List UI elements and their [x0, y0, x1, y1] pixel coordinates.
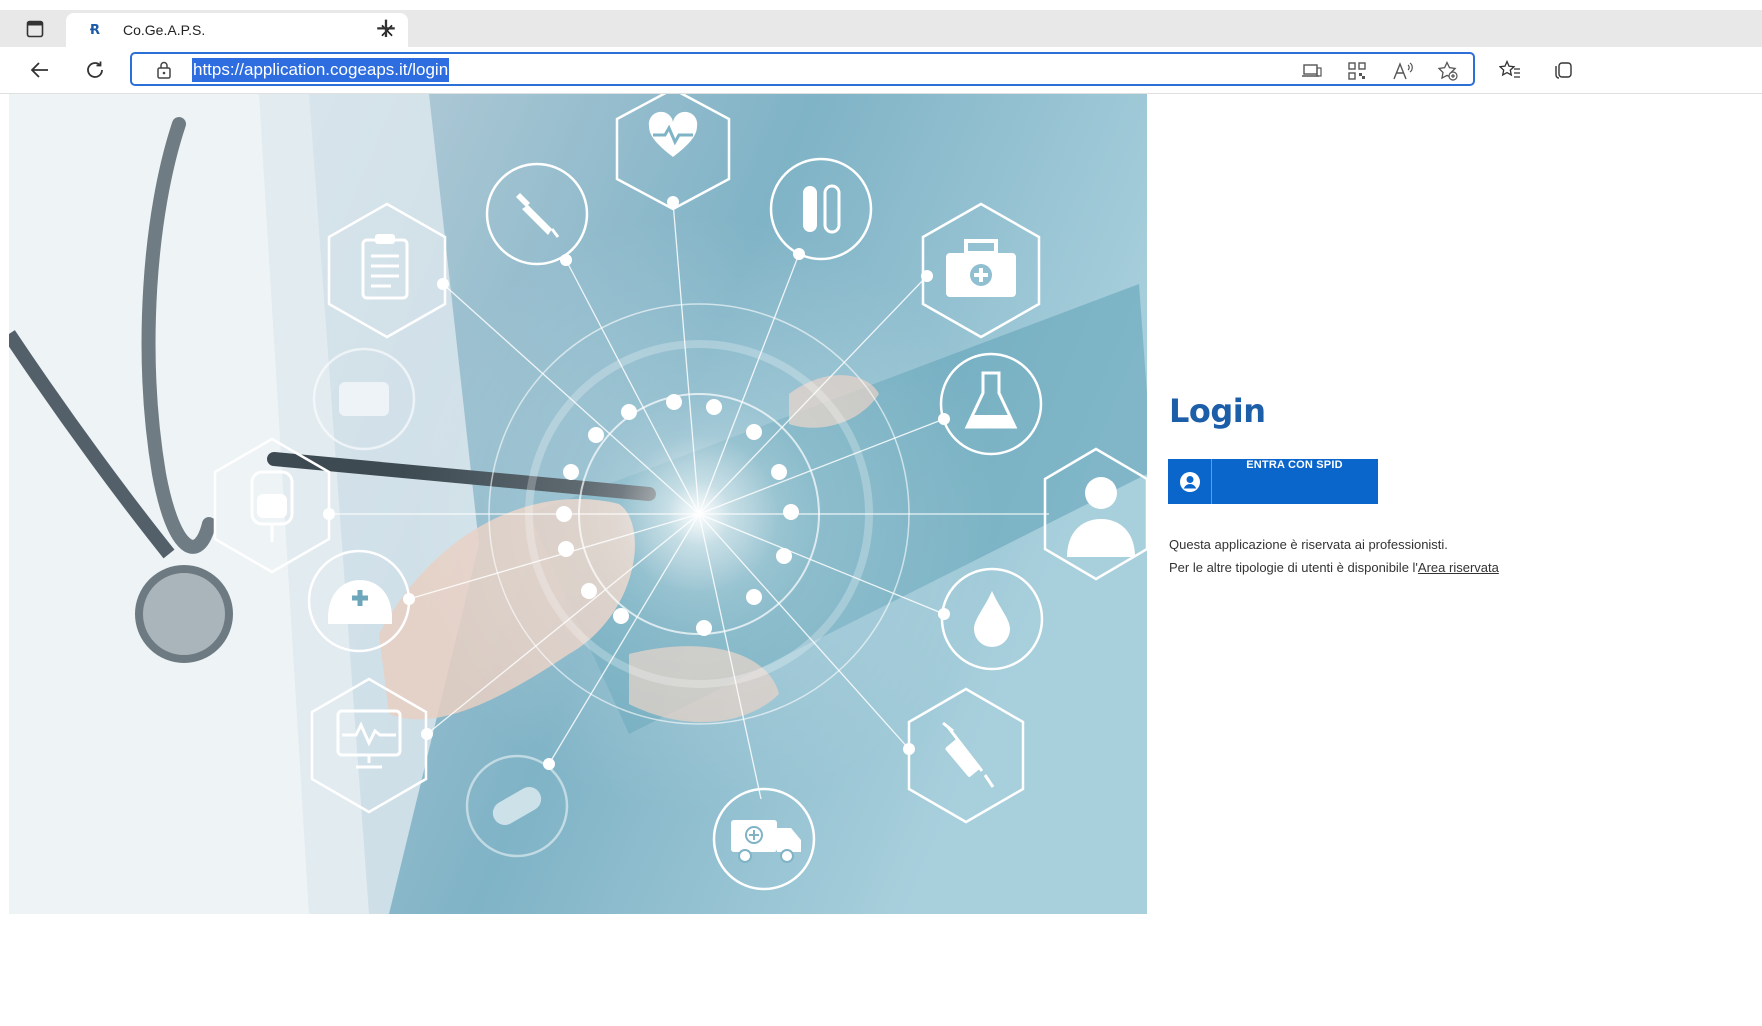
refresh-icon[interactable] [80, 55, 110, 85]
back-icon[interactable] [25, 55, 55, 85]
clipboard-icon [361, 234, 409, 300]
add-favorite-icon[interactable] [1435, 58, 1461, 84]
read-aloud-icon[interactable] [1390, 58, 1416, 84]
flask-icon [964, 371, 1018, 429]
login-panel: Login ENTRA CON SPID Questa applicazione… [1147, 94, 1762, 914]
area-riservata-link[interactable]: Area riservata [1418, 560, 1499, 575]
page-bottom [0, 914, 1762, 1026]
address-bar[interactable]: https://application.cogeaps.it/login [130, 52, 1475, 86]
spid-button-label: ENTRA CON SPID [1246, 459, 1343, 471]
nurse-cap-icon [328, 580, 392, 624]
syringe-icon [942, 721, 995, 788]
heart-icon [648, 111, 698, 157]
tab-title: Co.Ge.A.P.S. [123, 22, 206, 38]
hero-image [9, 94, 1147, 914]
tab-actions-icon[interactable] [21, 15, 49, 43]
new-tab-button[interactable]: + [371, 11, 401, 44]
first-aid-kit-icon [946, 239, 1016, 297]
spid-login-button[interactable]: ENTRA CON SPID [1168, 459, 1378, 504]
window-top-strip [0, 0, 1762, 10]
navigation-bar: https://application.cogeaps.it/login [0, 47, 1762, 94]
tab-bar: Ɍ Co.Ge.A.P.S. × + [0, 10, 1762, 47]
iv-bag-icon [250, 470, 294, 542]
browser-tab[interactable]: Ɍ Co.Ge.A.P.S. × [66, 13, 408, 47]
qr-code-icon[interactable] [1344, 58, 1370, 84]
info-line-2-prefix: Per le altre tipologie di utenti è dispo… [1169, 560, 1418, 575]
login-title: Login [1169, 392, 1266, 430]
blood-drop-icon [974, 591, 1010, 647]
user-icon [1168, 459, 1212, 504]
dropper-icon [516, 193, 560, 238]
ambulance-icon [731, 820, 801, 863]
capsule-icon [492, 787, 542, 825]
monitor-icon [336, 709, 402, 769]
pills-icon [339, 382, 389, 416]
url-text[interactable]: https://application.cogeaps.it/login [192, 58, 450, 82]
lock-icon[interactable] [154, 60, 174, 80]
site-favicon-icon: Ɍ [90, 23, 101, 38]
device-icon[interactable] [1299, 58, 1325, 84]
info-line-1: Questa applicazione è riservata ai profe… [1169, 537, 1448, 552]
info-line-2: Per le altre tipologie di utenti è dispo… [1169, 560, 1499, 575]
doctor-icon [1067, 477, 1135, 557]
favorites-icon[interactable] [1495, 55, 1525, 85]
collections-icon[interactable] [1548, 55, 1578, 85]
test-tubes-icon [803, 184, 841, 234]
